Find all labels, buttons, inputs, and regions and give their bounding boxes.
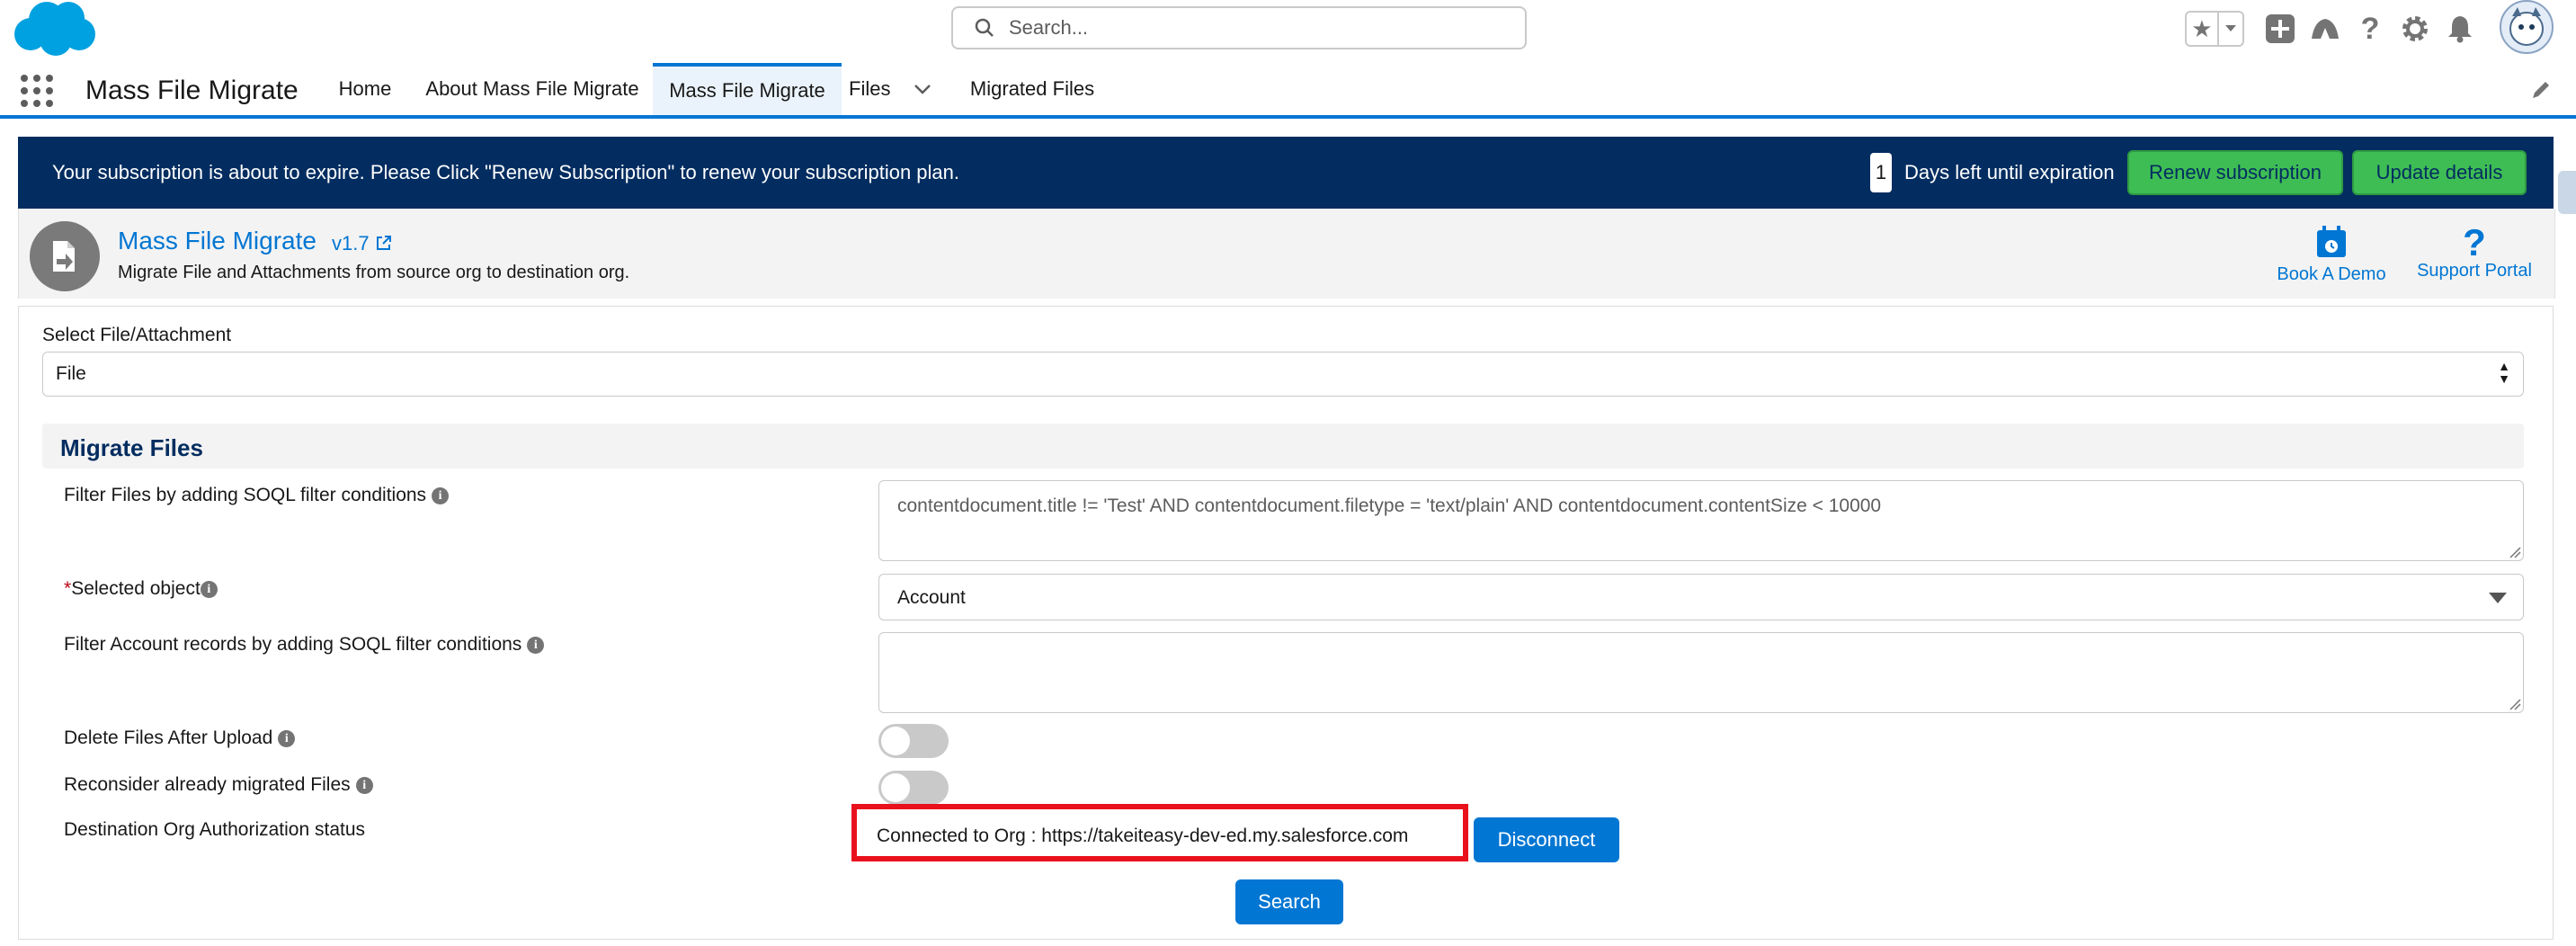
help-question-icon: ?	[2463, 221, 2486, 263]
app-navigation-bar: Mass File Migrate Home About Mass File M…	[0, 63, 2576, 119]
info-icon[interactable]: i	[432, 486, 450, 504]
salesforce-cloud-logo[interactable]	[11, 0, 97, 59]
tab-migrated-files[interactable]: Migrated Files	[960, 63, 1104, 115]
search-icon	[975, 18, 994, 37]
reconsider-migrated-label: Reconsider already migrated Files i	[64, 774, 373, 796]
tab-mass-file-migrate[interactable]: Mass File Migrate	[653, 63, 842, 115]
filter-files-label: Filter Files by adding SOQL filter condi…	[64, 485, 450, 506]
side-panel-handle[interactable]	[2558, 171, 2576, 214]
chevron-down-icon	[2224, 25, 2236, 31]
app-description: Migrate File and Attachments from source…	[118, 263, 630, 282]
version-label: v1.7	[332, 232, 370, 254]
tab-label: About Mass File Migrate	[425, 77, 639, 100]
file-attachment-select[interactable]: File ▲ ▼	[42, 352, 2524, 397]
selected-object-label: *Selected object i	[64, 578, 218, 600]
book-demo-label: Book A Demo	[2277, 264, 2386, 284]
disconnect-button[interactable]: Disconnect	[1474, 817, 1619, 862]
delete-files-label: Delete Files After Upload i	[64, 727, 296, 749]
avatar[interactable]	[2500, 0, 2554, 54]
external-link-icon	[376, 236, 391, 250]
update-details-button[interactable]: Update details	[2352, 150, 2527, 195]
connected-org-text: Connected to Org : https://takeiteasy-de…	[877, 826, 1409, 846]
select-value: File	[56, 363, 86, 384]
edit-nav-pencil-icon[interactable]	[2530, 79, 2552, 101]
section-title: Migrate Files	[60, 434, 203, 461]
favorites-button[interactable]: ★	[2185, 11, 2244, 47]
global-search-input[interactable]: Search...	[951, 6, 1527, 49]
app-logo-icon	[30, 221, 100, 291]
search-placeholder: Search...	[1009, 16, 1089, 39]
caret-down-icon	[2489, 593, 2507, 603]
section-header: Migrate Files	[42, 424, 2524, 469]
search-button[interactable]: Search	[1235, 879, 1343, 924]
support-portal-label: Support Portal	[2417, 261, 2532, 281]
tab-label: Home	[338, 77, 392, 100]
trailhead-button[interactable]	[2307, 11, 2343, 47]
resize-handle-icon[interactable]	[2509, 546, 2521, 558]
connected-org-status: Connected to Org : https://takeiteasy-de…	[851, 804, 1468, 861]
migrate-form-card: Select File/Attachment File ▲ ▼ Migrate F…	[18, 306, 2554, 940]
version-link[interactable]: v1.7	[332, 232, 393, 255]
tab-label: Migrated Files	[969, 77, 1095, 100]
reconsider-migrated-toggle[interactable]	[878, 771, 949, 805]
info-icon[interactable]: i	[527, 636, 545, 654]
favorites-dropdown[interactable]	[2216, 13, 2242, 45]
add-icon	[2266, 14, 2295, 43]
bell-icon	[2448, 16, 2472, 43]
info-icon[interactable]: i	[278, 729, 296, 747]
days-left-count: 1	[1870, 153, 1892, 192]
filter-files-value: contentdocument.title != 'Test' AND cont…	[897, 495, 1882, 516]
calendar-icon	[2317, 226, 2346, 257]
global-actions-button[interactable]	[2262, 11, 2298, 47]
delete-files-toggle[interactable]	[878, 724, 949, 758]
resize-handle-icon[interactable]	[2509, 698, 2521, 710]
toggle-knob	[881, 727, 910, 755]
auth-status-label: Destination Org Authorization status	[64, 819, 366, 840]
selected-object-select[interactable]: Account	[878, 574, 2524, 620]
trailhead-icon	[2312, 19, 2339, 39]
renew-subscription-button[interactable]: Renew subscription	[2127, 150, 2343, 195]
tab-label: Mass File Migrate	[669, 79, 825, 102]
chevron-down-icon[interactable]	[914, 84, 931, 94]
support-portal-link[interactable]: ? Support Portal	[2407, 221, 2542, 281]
days-left-label: Days left until expiration	[1904, 161, 2115, 183]
favorites-star-icon[interactable]: ★	[2187, 15, 2217, 43]
selected-object-value: Account	[897, 587, 966, 608]
toggle-knob	[881, 773, 910, 802]
app-name: Mass File Migrate	[85, 76, 299, 105]
gear-icon	[2402, 16, 2428, 41]
setup-button[interactable]	[2397, 11, 2433, 47]
help-icon[interactable]: ?	[2352, 11, 2388, 47]
filter-account-label: Filter Account records by adding SOQL fi…	[64, 634, 545, 656]
app-header-panel: Mass File Migrate v1.7 Migrate File and …	[18, 209, 2555, 299]
subscription-banner: Your subscription is about to expire. Pl…	[18, 137, 2554, 209]
tab-home[interactable]: Home	[325, 63, 405, 115]
info-icon[interactable]: i	[355, 776, 373, 794]
filter-account-textarea[interactable]	[878, 632, 2524, 713]
book-a-demo-link[interactable]: Book A Demo	[2274, 225, 2389, 285]
tab-label: Files	[849, 77, 891, 100]
notifications-button[interactable]	[2442, 11, 2478, 47]
tab-about-mass-file-migrate[interactable]: About Mass File Migrate	[415, 63, 649, 115]
app-launcher-icon[interactable]	[20, 74, 54, 108]
banner-message: Your subscription is about to expire. Pl…	[52, 161, 959, 183]
select-file-attachment-label: Select File/Attachment	[42, 325, 232, 345]
info-icon[interactable]: i	[200, 580, 218, 598]
app-title: Mass File Migrate	[118, 227, 316, 254]
tab-files[interactable]: Files	[849, 63, 939, 115]
filter-files-textarea[interactable]: contentdocument.title != 'Test' AND cont…	[878, 480, 2524, 561]
select-arrows-icon: ▲ ▼	[2498, 359, 2510, 386]
